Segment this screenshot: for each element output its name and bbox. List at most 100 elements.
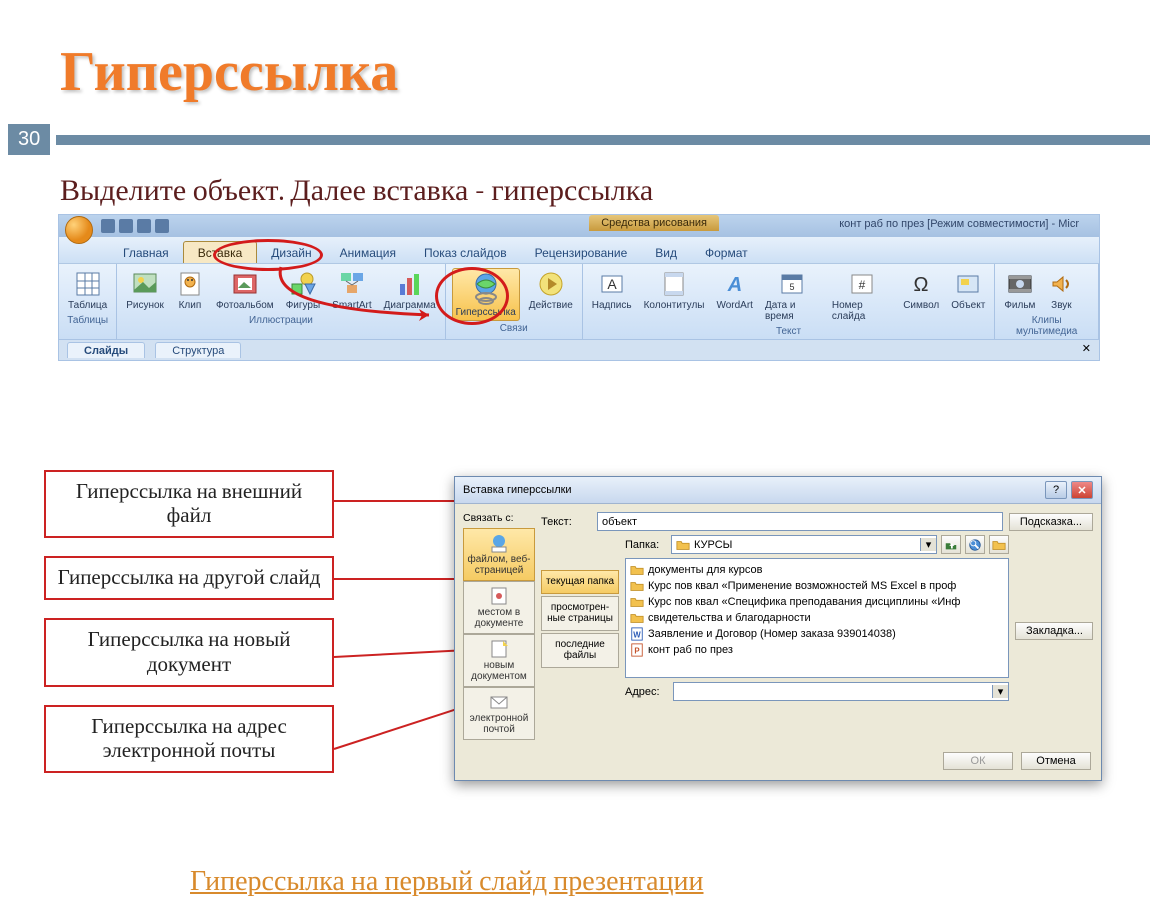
ribbon-tab-главная[interactable]: Главная <box>109 242 183 263</box>
connector-line <box>334 500 468 502</box>
connector-line <box>334 705 466 750</box>
ribbon-btn-wordart[interactable]: AWordArt <box>713 268 756 324</box>
file-list[interactable]: документы для курсовКурс пов квал «Приме… <box>625 558 1009 678</box>
link-to-icon <box>488 692 510 712</box>
svg-text:P: P <box>634 647 639 656</box>
text-input[interactable] <box>597 512 1003 531</box>
ribbon-btn-объект[interactable]: Объект <box>948 268 988 324</box>
ribbon-tab-формат[interactable]: Формат <box>691 242 762 263</box>
file-item[interactable]: Pконт раб по през <box>630 642 1004 658</box>
svg-text:W: W <box>633 631 641 640</box>
ribbon-btn-номер слайда[interactable]: #Номер слайда <box>829 268 894 324</box>
nav-0[interactable]: текущая папка <box>541 570 619 595</box>
smartart-icon <box>338 270 366 298</box>
dialog-title: Вставка гиперссылки <box>463 484 572 496</box>
ribbon-tab-вид[interactable]: Вид <box>641 242 691 263</box>
ribbon-group-media: ФильмЗвукКлипы мультимедиа <box>995 264 1099 339</box>
гиперссылка-icon <box>469 271 503 305</box>
ribbon-btn-гиперссылка[interactable]: Гиперссылка <box>452 268 520 321</box>
ribbon-btn-клип[interactable]: Клип <box>173 268 207 313</box>
ribbon-btn-фигуры[interactable]: Фигуры <box>283 268 323 313</box>
browse-web-button[interactable] <box>965 535 985 554</box>
group-label: Таблицы <box>65 315 110 326</box>
folder-label: Папка: <box>625 539 667 551</box>
ribbon-btn-рисунок[interactable]: Рисунок <box>123 268 167 313</box>
contextual-tab[interactable]: Средства рисования <box>589 215 719 231</box>
ribbon-btn-диаграмма[interactable]: Диаграмма <box>381 268 439 313</box>
pane-tab-структура[interactable]: Структура <box>155 342 241 358</box>
tooltip-button[interactable]: Подсказка... <box>1009 513 1093 531</box>
folder-combo[interactable]: КУРСЫ ▾ <box>671 535 937 554</box>
ribbon-group-links: ГиперссылкаДействиеСвязи <box>446 264 583 339</box>
ribbon: Средства рисования конт раб по през [Реж… <box>58 214 1100 361</box>
bottom-hyperlink[interactable]: Гиперссылка на первый слайд презентации <box>190 865 704 898</box>
ribbon-group-illustrations: РисунокКлипФотоальбомФигурыSmartArtДиагр… <box>117 264 445 339</box>
help-button[interactable]: ? <box>1045 481 1067 499</box>
ribbon-tabs: ГлавнаяВставкаДизайнАнимацияПоказ слайдо… <box>59 237 1099 263</box>
dialog-title-bar[interactable]: Вставка гиперссылки ? ✕ <box>455 477 1101 504</box>
объект-icon <box>954 270 982 298</box>
ribbon-btn-действие[interactable]: Действие <box>526 268 576 321</box>
диаграмма-icon <box>396 270 424 298</box>
office-button-icon[interactable] <box>65 216 93 244</box>
address-combo[interactable]: ▾ <box>673 682 1009 701</box>
link-to-icon <box>488 639 510 659</box>
ribbon-tab-вставка[interactable]: Вставка <box>183 241 258 263</box>
svg-text:Ω: Ω <box>914 274 929 296</box>
звук-icon <box>1047 270 1075 298</box>
quick-access-toolbar[interactable] <box>101 219 169 233</box>
file-item[interactable]: Курс пов квал «Применение возможностей M… <box>630 578 1004 594</box>
slide-number-bar: 30 <box>0 124 1150 155</box>
connector-line <box>334 578 468 580</box>
cancel-button[interactable]: Отмена <box>1021 752 1091 770</box>
номер слайда-icon: # <box>848 270 876 298</box>
ribbon-btn-символ[interactable]: ΩСимвол <box>900 268 942 324</box>
bookmark-button[interactable]: Закладка... <box>1015 622 1093 640</box>
file-item[interactable]: WЗаявление и Договор (Номер заказа 93901… <box>630 626 1004 642</box>
ribbon-tab-рецензирование[interactable]: Рецензирование <box>521 242 642 263</box>
ribbon-btn-таблица[interactable]: Таблица <box>65 268 110 313</box>
title-bar: Средства рисования конт раб по през [Реж… <box>59 215 1099 237</box>
group-label: Иллюстрации <box>123 315 438 326</box>
link-to-2[interactable]: новым документом <box>463 634 535 687</box>
ribbon-tab-анимация[interactable]: Анимация <box>326 242 410 263</box>
ribbon-btn-фильм[interactable]: Фильм <box>1001 268 1038 313</box>
close-pane-icon[interactable]: ✕ <box>1082 342 1091 358</box>
file-item[interactable]: документы для курсов <box>630 562 1004 578</box>
таблица-icon <box>74 270 102 298</box>
ribbon-btn-надпись[interactable]: AНадпись <box>589 268 635 324</box>
ribbon-btn-smartart[interactable]: SmartArt <box>329 268 374 313</box>
действие-icon <box>537 270 565 298</box>
group-label: Клипы мультимедиа <box>1001 315 1092 337</box>
ribbon-btn-фотоальбом[interactable]: Фотоальбом <box>213 268 277 313</box>
link-to-3[interactable]: электронной почтой <box>463 687 535 740</box>
slide-number: 30 <box>8 124 50 155</box>
link-to-0[interactable]: файлом, веб-страницей <box>463 528 535 581</box>
browse-file-button[interactable] <box>989 535 1009 554</box>
close-button[interactable]: ✕ <box>1071 481 1093 499</box>
up-folder-button[interactable] <box>941 535 961 554</box>
ribbon-btn-дата и время[interactable]: 5Дата и время <box>762 268 823 324</box>
фильм-icon <box>1006 270 1034 298</box>
dropdown-arrow-icon[interactable]: ▾ <box>920 538 936 551</box>
file-item[interactable]: свидетельства и благодарности <box>630 610 1004 626</box>
link-to-column: Связать с: файлом, веб-страницейместом в… <box>463 512 535 740</box>
ok-button[interactable]: ОК <box>943 752 1013 770</box>
callouts: Гиперссылка на внешний файлГиперссылка н… <box>44 470 334 791</box>
instruction-text: Выделите объект. Далее вставка - гиперсс… <box>60 173 1150 208</box>
address-label: Адрес: <box>625 686 667 698</box>
link-to-1[interactable]: местом в документе <box>463 581 535 634</box>
ribbon-btn-колонтитулы[interactable]: Колонтитулы <box>641 268 708 324</box>
ribbon-tab-показ слайдов[interactable]: Показ слайдов <box>410 242 521 263</box>
file-item[interactable]: Курс пов квал «Специфика преподавания ди… <box>630 594 1004 610</box>
nav-1[interactable]: просмотрен-ные страницы <box>541 596 619 631</box>
link-to-label: Связать с: <box>463 512 535 524</box>
ribbon-btn-звук[interactable]: Звук <box>1044 268 1078 313</box>
window-title: конт раб по през [Режим совместимости] -… <box>839 218 1079 230</box>
callout-2: Гиперссылка на новый документ <box>44 618 334 686</box>
nav-2[interactable]: последние файлы <box>541 633 619 668</box>
клип-icon <box>176 270 204 298</box>
pane-tab-слайды[interactable]: Слайды <box>67 342 145 358</box>
ribbon-tab-дизайн[interactable]: Дизайн <box>257 242 325 263</box>
dropdown-arrow-icon[interactable]: ▾ <box>992 685 1008 698</box>
